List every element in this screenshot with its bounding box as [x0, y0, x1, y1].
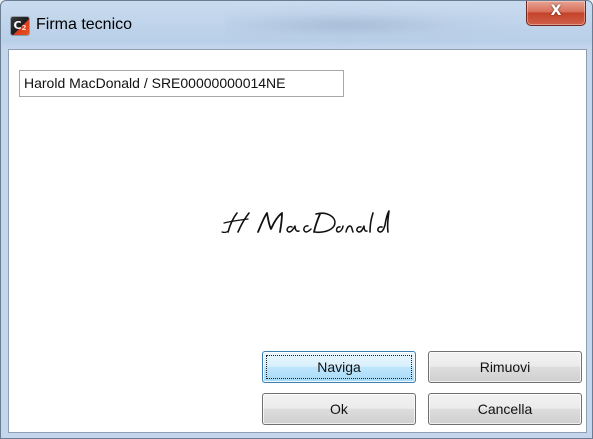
app-icon: C2: [11, 17, 29, 35]
cancel-button-label: Cancella: [477, 401, 533, 417]
remove-button-label: Rimuovi: [479, 359, 531, 375]
browse-button-label: Naviga: [317, 359, 361, 375]
cancel-button[interactable]: Cancella: [428, 393, 582, 425]
close-icon: X: [550, 3, 562, 19]
dialog-content: Harold MacDonald / SRE00000000014NE Navi…: [8, 49, 587, 433]
signature-image: [216, 205, 397, 242]
title-bar[interactable]: C2 Firma tecnico X: [1, 1, 592, 49]
ok-button-label: Ok: [330, 401, 348, 417]
remove-button[interactable]: Rimuovi: [428, 351, 582, 383]
close-button[interactable]: X: [526, 1, 586, 26]
browse-button[interactable]: Naviga: [262, 351, 416, 383]
technician-name-field[interactable]: Harold MacDonald / SRE00000000014NE: [19, 70, 344, 97]
background-window-blur: [226, 7, 526, 43]
window-title: Firma tecnico: [36, 16, 133, 33]
signature-dialog: C2 Firma tecnico X Harold MacDonald / SR…: [0, 0, 593, 439]
ok-button[interactable]: Ok: [262, 393, 416, 425]
